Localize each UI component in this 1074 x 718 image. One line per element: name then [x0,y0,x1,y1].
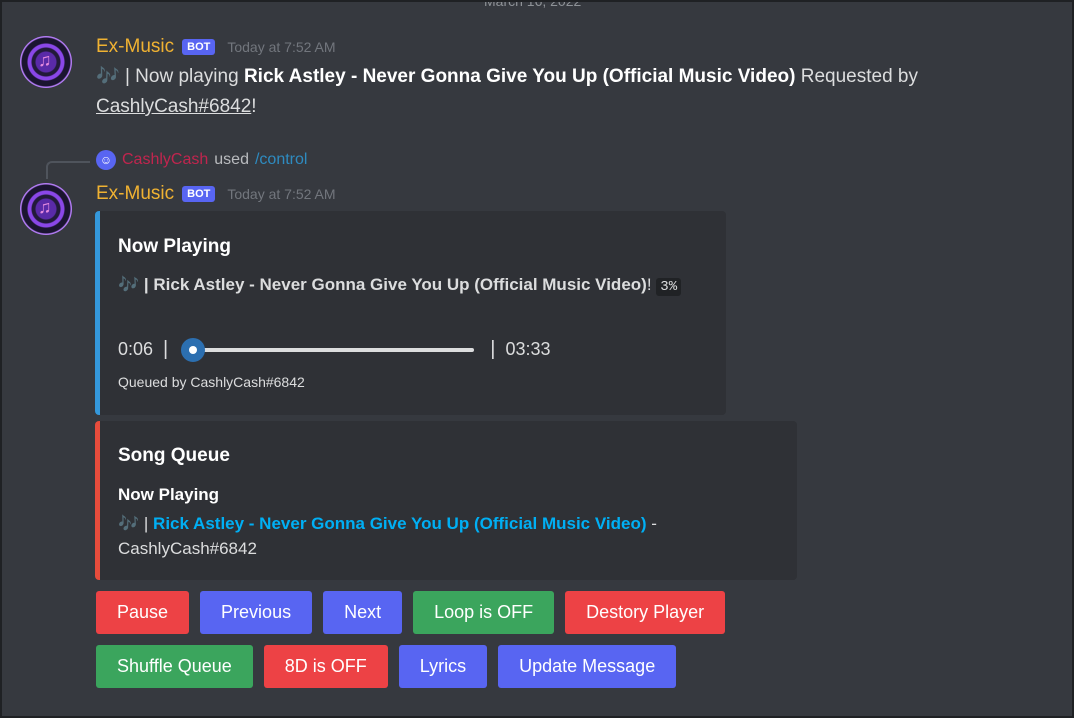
elapsed-time: 0:06 [118,339,154,359]
reply-connector [46,161,90,179]
message-header: Ex-Music BOT Today at 7:52 AM [96,183,336,205]
progress-knob [180,337,205,362]
progress-percent: 3% [656,278,682,296]
progress-bar: 0:06 | | 03:33 [118,337,551,362]
message-prefix: | Now playing [119,66,244,87]
update-message-button[interactable]: Update Message [498,645,677,688]
embed-title: Now Playing [118,236,231,257]
song-queue-embed: Song Queue Now Playing 🎶 | Rick Astley -… [95,421,797,580]
control-buttons-row-2: Shuffle Queue 8D is OFF Lyrics Update Me… [96,645,677,688]
destroy-player-button[interactable]: Destory Player [565,591,726,634]
pause-button[interactable]: Pause [96,591,190,634]
shuffle-queue-button[interactable]: Shuffle Queue [96,645,253,688]
next-button[interactable]: Next [323,591,403,634]
duration-time: 03:33 [505,339,551,359]
song-title: Rick Astley - Never Gonna Give You Up (O… [243,66,796,87]
message-suffix: ! [251,96,257,117]
user-avatar-icon[interactable]: ☺ [96,150,116,170]
queue-entry: 🎶 | Rick Astley - Never Gonna Give You U… [118,511,657,561]
bot-avatar[interactable]: ♫ [20,183,72,235]
music-note-icon: ♫ [38,197,52,217]
bot-tag: BOT [182,39,216,55]
bot-tag: BOT [182,186,216,202]
queue-requester: CashlyCash#6842 [118,539,257,558]
notes-emoji-icon: 🎶 [118,514,140,533]
bot-avatar[interactable]: ♫ [20,36,72,88]
loop-button[interactable]: Loop is OFF [413,591,555,634]
separator: | [163,338,169,360]
separator: | [490,338,496,360]
lyrics-button[interactable]: Lyrics [398,645,488,688]
notes-emoji-icon: 🎶 [118,275,140,294]
embed-title: Song Queue [118,445,230,466]
command-reply: ☺ CashlyCash used /control [96,150,307,170]
date-divider: March 16, 2022 [484,0,582,9]
8d-toggle-button[interactable]: 8D is OFF [263,645,388,688]
reply-username[interactable]: CashlyCash [122,151,208,169]
requester-mention[interactable]: CashlyCash#6842 [96,96,251,117]
dash: - [646,514,657,533]
queued-by: Queued by CashlyCash#6842 [118,374,305,390]
previous-button[interactable]: Previous [200,591,313,634]
reply-command[interactable]: /control [255,151,307,169]
song-title: | Rick Astley - Never Gonna Give You Up … [139,275,647,294]
message-header: Ex-Music BOT Today at 7:52 AM [96,36,336,58]
progress-track [180,337,475,362]
timestamp: Today at 7:52 AM [227,186,336,202]
reply-used-text: used [214,151,249,168]
now-playing-line: 🎶 | Rick Astley - Never Gonna Give You U… [118,275,682,296]
message-content: 🎶 | Now playing Rick Astley - Never Gonn… [96,62,996,122]
username[interactable]: Ex-Music [96,36,174,58]
queue-subtitle: Now Playing [118,485,220,504]
separator: | [139,514,154,533]
song-link[interactable]: Rick Astley - Never Gonna Give You Up (O… [153,514,646,533]
exclaim: ! [646,275,652,294]
now-playing-embed: Now Playing 🎶 | Rick Astley - Never Gonn… [95,211,726,415]
timestamp: Today at 7:52 AM [227,39,336,55]
username[interactable]: Ex-Music [96,183,174,205]
notes-emoji-icon: 🎶 [96,66,120,87]
music-note-icon: ♫ [38,50,52,70]
requested-by-label: Requested by [795,66,918,87]
control-buttons-row-1: Pause Previous Next Loop is OFF Destory … [96,591,726,634]
